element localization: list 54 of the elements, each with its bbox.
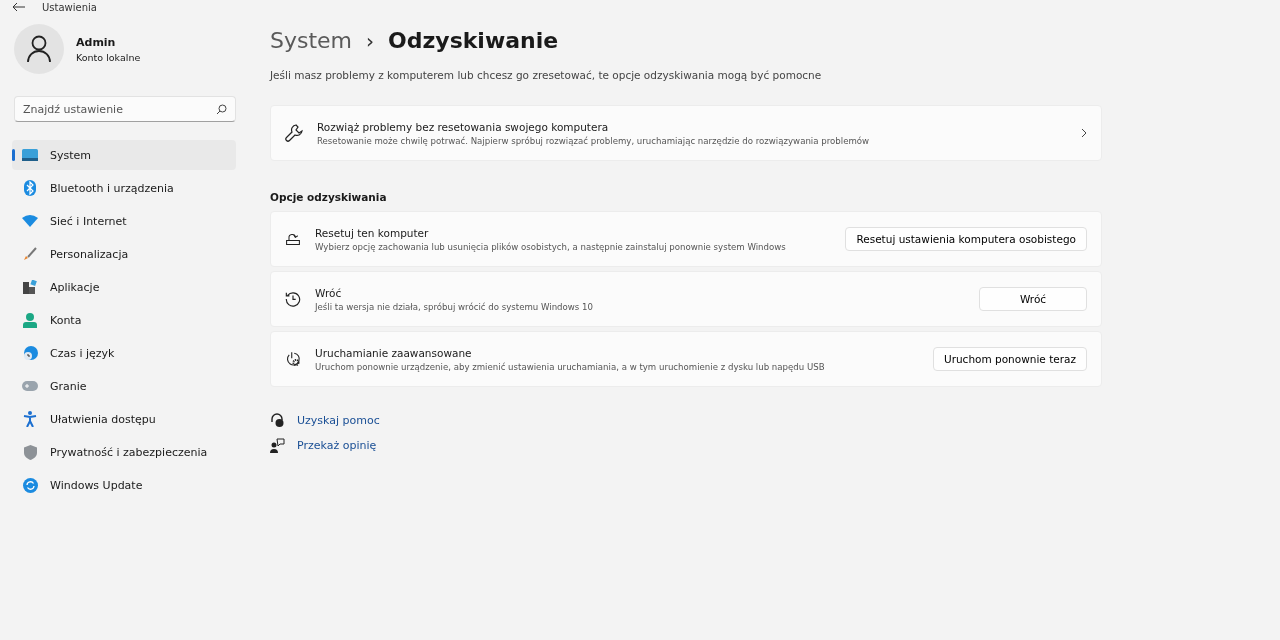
help-link[interactable]: Przekaż opinię (297, 439, 377, 452)
option-description: Wybierz opcję zachowania lub usunięcia plików osobistych, a następnie zainstaluj ponownie system Windows (315, 241, 787, 252)
feedback-icon (270, 438, 285, 453)
breadcrumb-link[interactable]: System (270, 28, 353, 53)
page-title: Odzyskiwanie (388, 28, 559, 53)
sidebar-item[interactable]: Aplikacje (12, 272, 236, 302)
accessibility-icon (23, 411, 37, 427)
search-field[interactable]: Znajdź ustawienie (14, 96, 236, 122)
bluetooth-icon (24, 180, 36, 196)
help-link[interactable]: Uzyskaj pomoc (297, 414, 380, 427)
option-description: Jeśli ta wersja nie działa, spróbuj wrócić do systemu Windows 10 (315, 301, 594, 312)
gamepad-icon (22, 381, 38, 391)
option-title: Wróć (315, 286, 343, 299)
search-icon (216, 104, 227, 115)
sidebar-item[interactable]: Prywatność i zabezpieczenia (12, 437, 236, 467)
page-description: Jeśli masz problemy z komputerem lub chcesz go zresetować, te opcje odzyskiwania mogą być pomocne (270, 69, 823, 81)
sidebar-item[interactable]: System (12, 140, 236, 170)
history-icon (285, 290, 301, 308)
option-button[interactable]: Uruchom ponownie teraz (932, 347, 1087, 371)
account-type: Konto lokalne (76, 51, 141, 63)
window-title: Ustawienia (42, 1, 97, 13)
sidebar-item[interactable]: Sieć i Internet (12, 206, 236, 236)
brush-icon (23, 247, 37, 261)
help-icon (270, 413, 285, 428)
sidebar-item[interactable]: Konta (12, 305, 236, 335)
sidebar-item[interactable]: Personalizacja (12, 239, 236, 269)
card-title: Rozwiąż problemy bez resetowania swojego komputera (317, 120, 610, 133)
option-description: Uruchom ponownie urządzenie, aby zmienić ustawienia uruchamiania, a w tym uruchomienie z dysku lub napędu USB (315, 361, 826, 372)
apps-icon (23, 280, 37, 294)
sidebar-item[interactable]: Granie (12, 371, 236, 401)
troubleshoot-card[interactable]: Rozwiąż problemy bez resetowania swojego komputera Resetowanie może chwilę potrwać. Najpierw spróbuj rozwiązać problemy, uruchamiając narzędzie do rozwiązywania problemów (270, 105, 1102, 161)
monitor-icon (22, 149, 38, 161)
card-description: Resetowanie może chwilę potrwać. Najpierw spróbuj rozwiązać problemy, uruchamiając narzędzie do rozwiązywania problemów (317, 135, 871, 146)
refresh-icon (22, 477, 38, 493)
sidebar-item[interactable]: Windows Update (12, 470, 236, 500)
option-title: Uruchamianie zaawansowane (315, 346, 473, 359)
option-title: Resetuj ten komputer (315, 226, 430, 239)
sidebar-item[interactable]: Ułatwienia dostępu (12, 404, 236, 434)
wifi-icon (22, 215, 38, 227)
shield-icon (23, 444, 37, 460)
globe-clock-icon (22, 345, 38, 361)
section-title: Opcje odzyskiwania (270, 191, 388, 203)
option-button[interactable]: Wróć (979, 287, 1087, 311)
avatar-icon (14, 24, 64, 74)
sidebar-item[interactable]: Bluetooth i urządzenia (12, 173, 236, 203)
account-name: Admin (76, 35, 117, 49)
chevron-right-icon (1081, 128, 1087, 138)
power-gear-icon (285, 349, 301, 369)
person-icon (23, 312, 37, 328)
option-button[interactable]: Resetuj ustawienia komputera osobistego (845, 227, 1087, 251)
back-arrow-icon[interactable] (12, 2, 26, 12)
breadcrumb-separator: › (366, 28, 375, 53)
sidebar-item[interactable]: Czas i język (12, 338, 236, 368)
wrench-icon (285, 124, 303, 142)
